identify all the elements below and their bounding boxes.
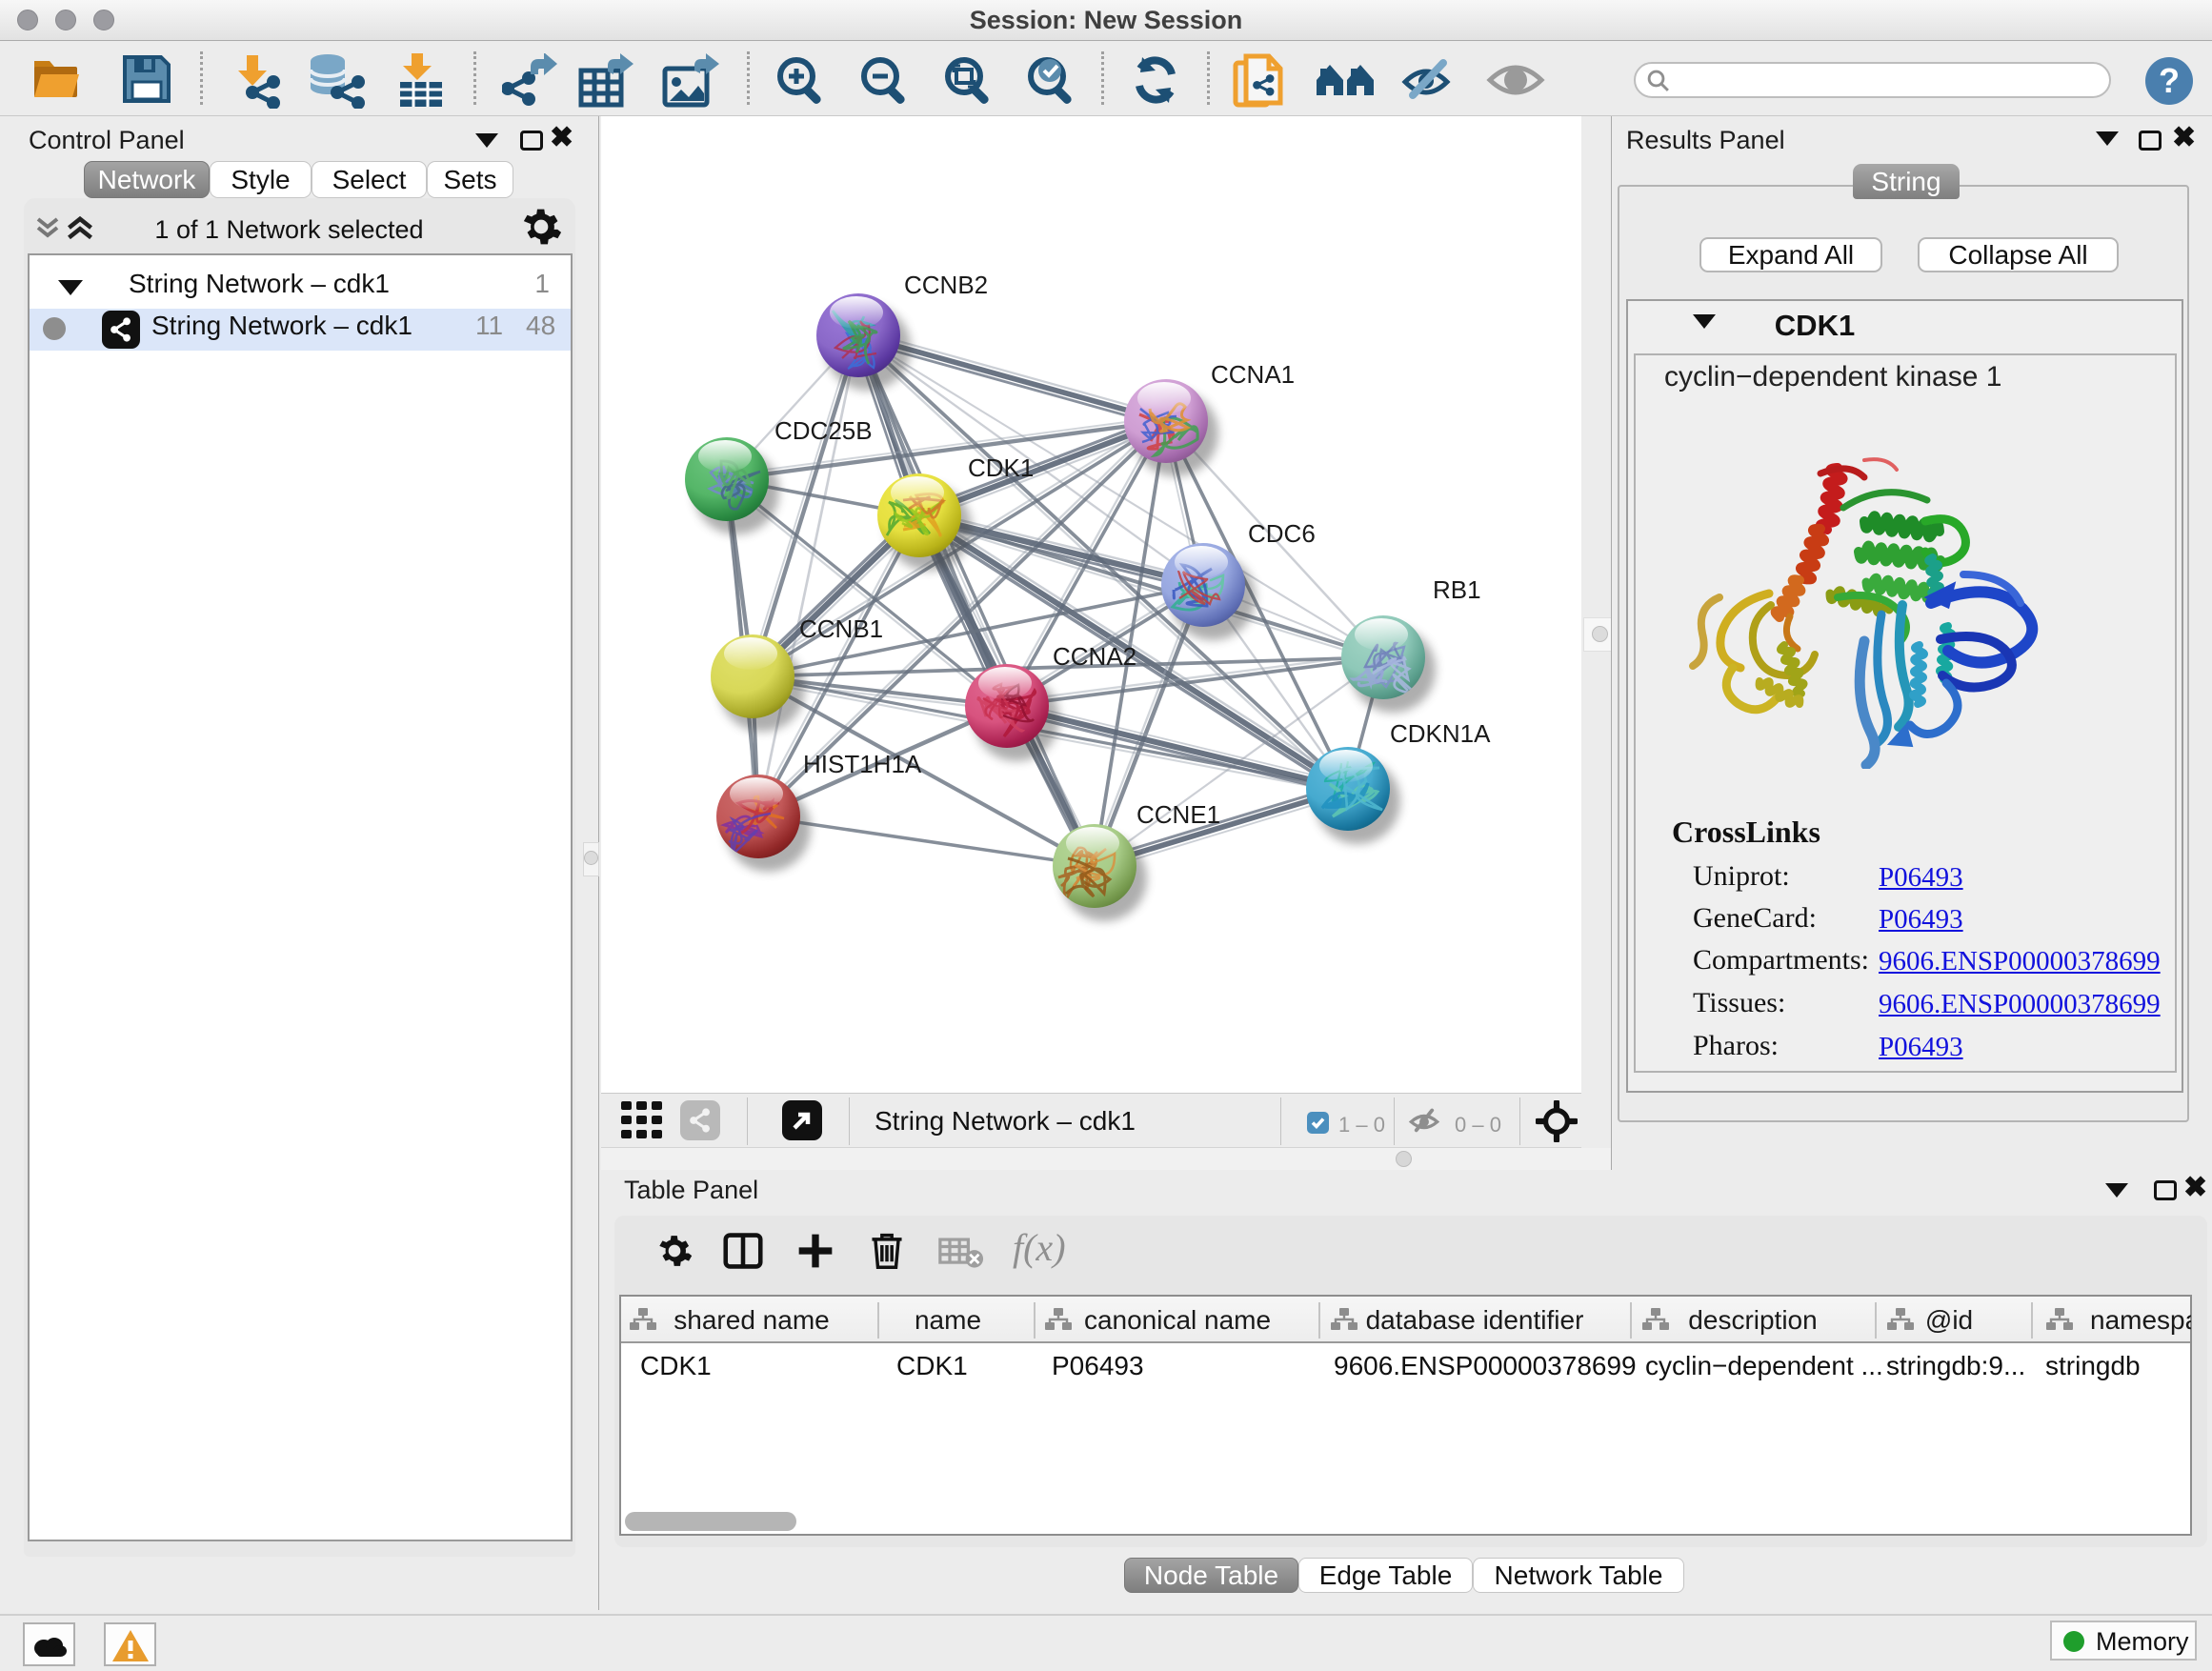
svg-text:CDC6: CDC6 [1248, 519, 1316, 548]
svg-text:CCNB1: CCNB1 [799, 614, 883, 643]
svg-text:CCNA2: CCNA2 [1053, 642, 1136, 671]
svg-text:RB1: RB1 [1433, 575, 1481, 604]
svg-text:CCNB2: CCNB2 [904, 271, 988, 299]
svg-text:CDC25B: CDC25B [774, 416, 873, 445]
svg-text:CCNE1: CCNE1 [1136, 800, 1220, 829]
svg-text:CDK1: CDK1 [968, 453, 1034, 482]
svg-text:CCNA1: CCNA1 [1211, 360, 1295, 389]
svg-text:HIST1H1A: HIST1H1A [803, 750, 922, 778]
svg-text:CDKN1A: CDKN1A [1390, 719, 1491, 748]
